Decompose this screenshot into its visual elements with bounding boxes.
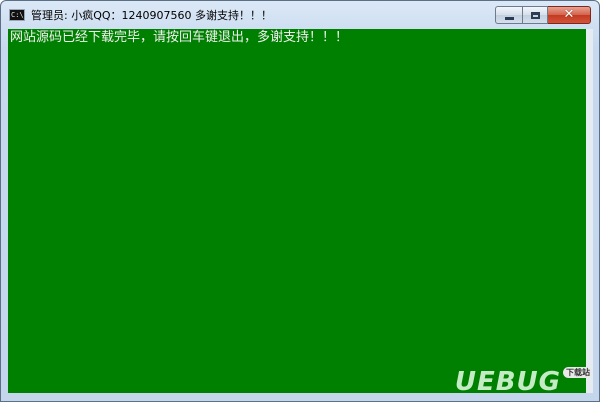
window-controls: ✕ — [495, 6, 591, 25]
console-output-line: 网站源码已经下载完毕，请按回车键退出，多谢支持！！！ — [10, 30, 349, 45]
minimize-icon — [504, 16, 514, 20]
window-title: 管理员: 小疯QQ：1240907560 多谢支持！！！ — [31, 9, 272, 22]
console-icon[interactable]: C:\_ — [9, 9, 25, 21]
maximize-icon — [530, 11, 540, 19]
close-button[interactable]: ✕ — [548, 6, 591, 24]
title-bar[interactable]: C:\_ 管理员: 小疯QQ：1240907560 多谢支持！！！ ✕ — [1, 1, 599, 29]
console-scrollbar[interactable] — [586, 29, 593, 393]
minimize-button[interactable] — [495, 6, 522, 24]
console-window: C:\_ 管理员: 小疯QQ：1240907560 多谢支持！！！ ✕ 网站源码… — [0, 0, 600, 402]
maximize-button[interactable] — [522, 6, 548, 24]
console-output-area[interactable]: 网站源码已经下载完毕，请按回车键退出，多谢支持！！！ — [8, 29, 586, 393]
close-icon: ✕ — [563, 7, 575, 22]
